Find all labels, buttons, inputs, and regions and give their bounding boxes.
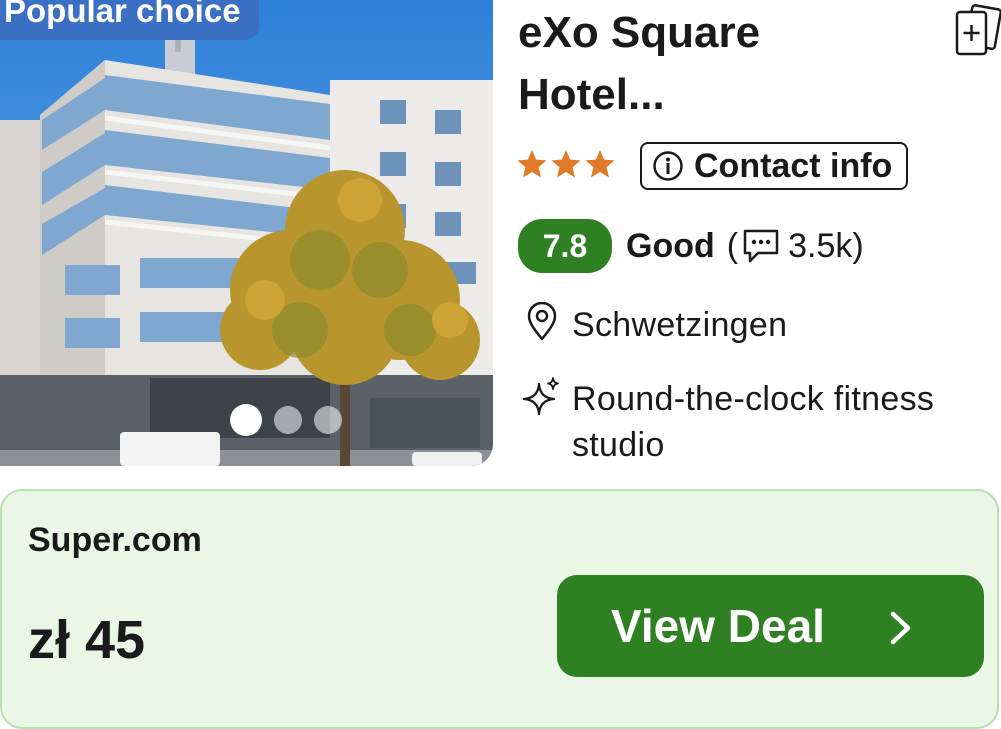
- hotel-title-line1: eXo Square: [518, 8, 761, 57]
- contact-info-label: Contact info: [694, 146, 893, 185]
- review-paren: (: [726, 226, 739, 265]
- info-circle-icon: [653, 151, 683, 181]
- carousel-dot[interactable]: [314, 406, 342, 434]
- rating-score-badge: 7.8: [518, 219, 612, 273]
- hotel-photo-carousel[interactable]: Popular choice: [0, 0, 493, 466]
- review-count: 3.5k): [788, 226, 864, 265]
- amenity-text-line1: Round-the-clock fitness: [572, 380, 935, 418]
- star-rating: [516, 148, 616, 180]
- hotel-title[interactable]: eXo Square Hotel...: [518, 2, 918, 126]
- amenity-text-line2: studio: [572, 426, 665, 464]
- rating-label: Good: [626, 226, 715, 265]
- deal-price: zł 45: [28, 610, 146, 670]
- popular-choice-badge: Popular choice: [0, 0, 259, 40]
- star-icon: [551, 150, 581, 178]
- location-row: Schwetzingen: [522, 302, 787, 348]
- carousel-dot[interactable]: [230, 404, 262, 436]
- hotel-title-line2: Hotel...: [518, 70, 665, 119]
- carousel-dot[interactable]: [274, 406, 302, 434]
- location-text: Schwetzingen: [572, 306, 788, 344]
- hotel-photo: [0, 0, 493, 466]
- contact-info-button[interactable]: Contact info: [640, 142, 909, 190]
- rating-row[interactable]: 7.8 Good ( 3.5k): [518, 219, 864, 273]
- speech-bubble-icon: [743, 229, 779, 263]
- badge-label: Popular choice: [4, 0, 241, 29]
- chevron-right-icon: [890, 611, 911, 645]
- star-icon: [517, 150, 547, 178]
- star-icon: [585, 150, 615, 178]
- deal-provider: Super.com: [28, 521, 202, 559]
- view-deal-button[interactable]: View Deal: [557, 575, 984, 677]
- view-deal-label: View Deal: [611, 600, 825, 652]
- amenity-row: Round-the-clock fitness studio: [522, 376, 934, 468]
- add-to-collection-icon[interactable]: [953, 4, 1001, 58]
- sparkle-icon: [522, 377, 559, 416]
- carousel-dots: [230, 404, 342, 436]
- deal-panel: Super.com zł 45 View Deal: [0, 489, 999, 729]
- map-pin-icon: [527, 302, 557, 341]
